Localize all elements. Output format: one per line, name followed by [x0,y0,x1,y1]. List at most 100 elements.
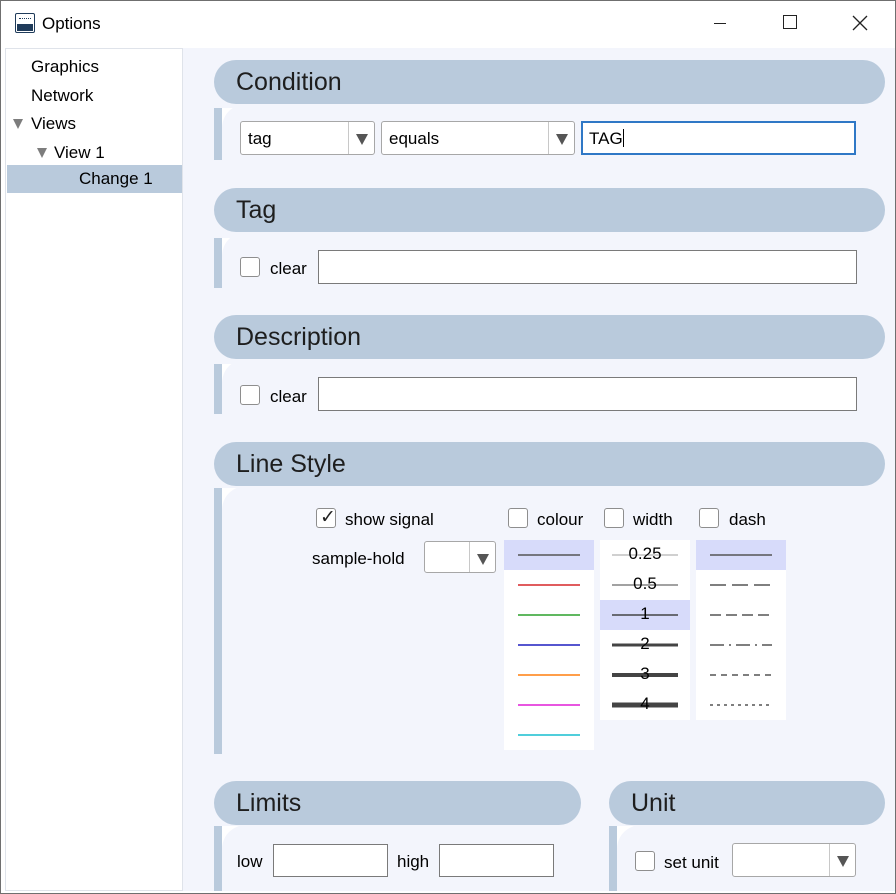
high-label: high [397,852,430,871]
width-checkbox[interactable] [604,508,624,528]
width-value: 1 [640,604,650,623]
title-bar: Options [1,1,895,47]
expand-toggle-icon[interactable] [37,148,47,158]
sidebar-item-graphics[interactable]: Graphics [7,53,182,81]
section-header: Description [214,315,885,359]
text-caret [622,129,624,147]
section-body: ✓ show signal sample-hold colour width d… [222,486,885,754]
dash-option-long-dash[interactable] [696,570,786,600]
description-clear-checkbox[interactable] [240,385,260,405]
width-value: 0.25 [628,544,662,563]
dash-option-short-dash[interactable] [696,660,786,690]
section-body: set unit [617,825,885,891]
section-title: Description [236,323,362,351]
sample-hold-label: sample-hold [312,549,405,568]
sidebar-item-network[interactable]: Network [7,82,182,110]
select-value: equals [389,129,440,148]
description-input[interactable] [318,377,857,411]
unit-select[interactable] [732,843,856,877]
dash-checkbox[interactable] [699,508,719,528]
chevron-down-icon [837,856,849,867]
show-signal-checkbox[interactable]: ✓ [316,506,336,528]
low-limit-input[interactable] [273,844,388,877]
condition-value-input[interactable]: TAG [581,121,856,155]
colour-checkbox[interactable] [508,508,528,528]
select-value: tag [248,129,272,148]
minimize-button[interactable] [697,1,743,47]
set-unit-checkbox[interactable] [635,851,655,871]
maximize-icon [783,15,797,29]
chevron-down-icon [477,554,489,565]
condition-field-select[interactable]: tag [240,121,375,155]
width-option[interactable]: 0.5 [600,570,690,600]
sidebar-item-label: Graphics [31,57,100,76]
width-option[interactable]: 1 [600,600,690,630]
options-content: Condition tag equals TAG Tag clear Descr… [183,48,895,891]
sidebar-item-view-1[interactable]: View 1 [7,139,182,167]
tag-input[interactable] [318,250,857,284]
section-body: low high [222,825,581,891]
maximize-button[interactable] [767,1,813,47]
chevron-down-icon [556,134,568,145]
colour-option[interactable] [504,630,594,660]
show-signal-label: show signal [345,510,434,529]
sidebar-item-change-1[interactable]: Change 1 [7,165,182,193]
section-title: Condition [236,68,342,96]
close-button[interactable] [837,1,883,47]
colour-option[interactable] [504,690,594,720]
dash-list [696,540,786,720]
width-option[interactable]: 2 [600,630,690,660]
dash-label: dash [729,510,766,529]
sample-hold-select[interactable] [424,541,496,573]
dropdown-button[interactable] [348,122,374,154]
width-value: 3 [640,664,650,683]
colour-option[interactable] [504,600,594,630]
section-header: Tag [214,188,885,232]
section-title: Tag [236,196,277,224]
high-limit-input[interactable] [439,844,554,877]
minimize-icon [714,23,726,24]
section-header: Condition [214,60,885,104]
width-option[interactable]: 0.25 [600,540,690,570]
condition-operator-select[interactable]: equals [381,121,575,155]
dash-option-dash[interactable] [696,600,786,630]
options-window: Options Graphics Network Views View 1 Ch… [0,0,896,894]
dropdown-button[interactable] [469,542,495,572]
section-title: Unit [631,789,676,817]
width-value: 2 [640,634,650,653]
section-header: Limits [214,781,581,825]
sidebar-item-label: Views [31,114,77,133]
expand-toggle-icon[interactable] [13,119,23,129]
input-text: TAG [589,129,624,149]
colour-option[interactable] [504,540,594,570]
close-icon [852,15,868,31]
check-mark-icon: ✓ [320,506,336,528]
width-option[interactable]: 3 [600,660,690,690]
colour-option[interactable] [504,660,594,690]
dash-option-dot[interactable] [696,690,786,720]
section-header: Unit [609,781,885,825]
dash-option-dash-dot[interactable] [696,630,786,660]
description-clear-label: clear [270,387,307,406]
dropdown-button[interactable] [548,122,574,154]
window-title: Options [42,14,101,33]
colour-option[interactable] [504,570,594,600]
tag-clear-checkbox[interactable] [240,257,260,277]
dropdown-button[interactable] [829,844,855,876]
input-value: TAG [589,129,623,148]
dash-option-solid[interactable] [696,540,786,570]
section-body: tag equals TAG [222,104,885,160]
colour-option[interactable] [504,720,594,750]
sidebar-item-label: View 1 [54,143,105,162]
tag-clear-label: clear [270,259,307,278]
sidebar-item-label: Network [31,86,94,105]
section-title: Line Style [236,450,346,478]
width-option[interactable]: 4 [600,690,690,720]
app-logo-icon [15,13,35,33]
width-value: 0.5 [633,574,657,593]
sidebar-item-views[interactable]: Views [7,110,182,138]
sidebar-item-label: Change 1 [79,169,153,188]
set-unit-label: set unit [664,853,719,872]
section-body: clear [222,232,885,288]
sidebar-tree: Graphics Network Views View 1 Change 1 [5,48,183,891]
